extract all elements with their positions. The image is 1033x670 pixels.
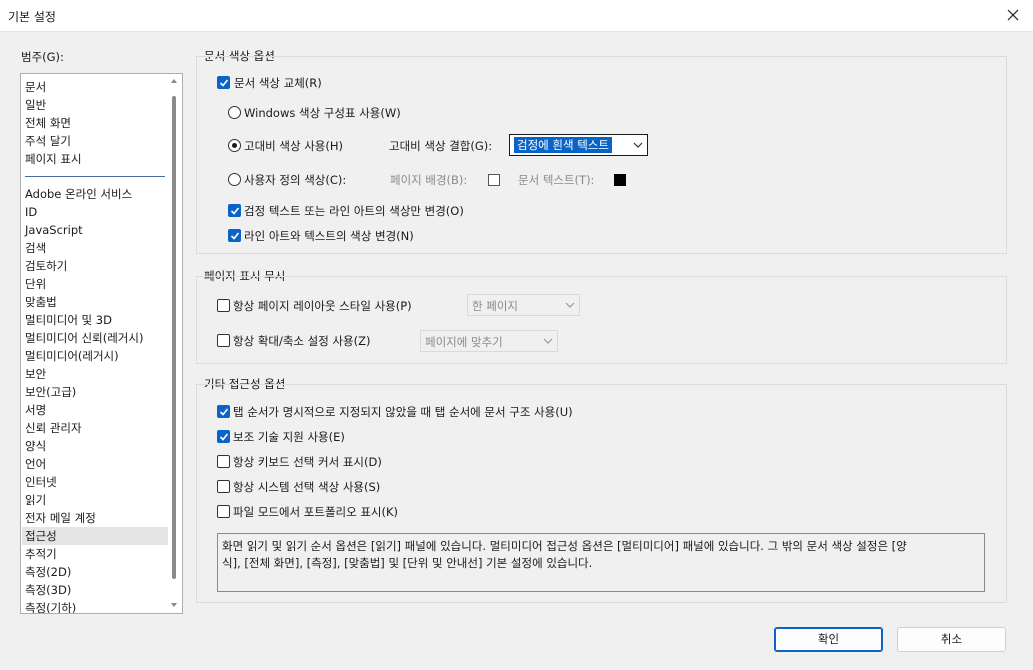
check-icon: [219, 79, 229, 87]
page-display-group: [196, 276, 1007, 364]
black-only-checkbox[interactable]: [228, 204, 241, 217]
zoom-combo-value: 페이지에 맞추기: [425, 335, 503, 349]
page-bg-swatch[interactable]: [488, 174, 500, 186]
category-item[interactable]: 단위: [25, 275, 46, 293]
black-only-label: 검정 텍스트 또는 라인 아트의 색상만 변경(O): [244, 204, 464, 218]
other-option-checkbox[interactable]: [217, 480, 230, 493]
title-bar: 기본 설정: [0, 0, 1033, 32]
category-item[interactable]: 검토하기: [25, 257, 67, 275]
layout-combo[interactable]: 한 페이지: [467, 294, 580, 316]
category-item[interactable]: ID: [25, 203, 37, 221]
category-item[interactable]: 측정(3D): [25, 581, 71, 599]
other-option-label: 항상 시스템 선택 색상 사용(S): [233, 480, 381, 494]
description-line-1: 화면 읽기 및 읽기 순서 옵션은 [읽기] 패널에 있습니다. 멀티미디어 접…: [222, 539, 907, 553]
windows-scheme-label: Windows 색상 구성표 사용(W): [244, 106, 401, 120]
check-icon: [230, 232, 240, 240]
category-item[interactable]: 일반: [25, 96, 46, 114]
line-art-label: 라인 아트와 텍스트의 색상 변경(N): [244, 229, 414, 243]
check-icon: [219, 408, 229, 416]
category-item[interactable]: 멀티미디어 및 3D: [25, 311, 112, 329]
layout-label: 항상 페이지 레이아웃 스타일 사용(P): [233, 299, 412, 313]
other-option-label: 탭 순서가 명시적으로 지정되지 않았을 때 탭 순서에 문서 구조 사용(U): [233, 405, 573, 419]
category-item[interactable]: 언어: [25, 455, 46, 473]
page-bg-label: 페이지 배경(B):: [390, 173, 468, 187]
replace-doc-colors-label: 문서 색상 교체(R): [234, 76, 322, 90]
description-box: 화면 읽기 및 읽기 순서 옵션은 [읽기] 패널에 있습니다. 멀티미디어 접…: [217, 533, 985, 592]
other-option-checkbox[interactable]: [217, 430, 230, 443]
layout-combo-value: 한 페이지: [472, 299, 518, 313]
other-option-checkbox[interactable]: [217, 505, 230, 518]
category-item[interactable]: 추적기: [25, 545, 57, 563]
zoom-label: 항상 확대/축소 설정 사용(Z): [233, 334, 371, 348]
category-item[interactable]: 서명: [25, 401, 46, 419]
chevron-down-icon: [565, 302, 575, 308]
category-item[interactable]: 보안: [25, 365, 46, 383]
other-option-label: 파일 모드에서 포트폴리오 표시(K): [233, 505, 399, 519]
category-item[interactable]: 측정(기하): [25, 599, 76, 613]
categories-scrollbar[interactable]: [169, 74, 181, 613]
categories-label: 범주(G):: [21, 50, 64, 64]
doc-text-swatch[interactable]: [614, 174, 626, 186]
description-line-2: 식], [전체 화면], [측정], [맞춤법] 및 [단위 및 안내선] 기본…: [222, 556, 593, 570]
other-option-checkbox[interactable]: [217, 455, 230, 468]
layout-checkbox[interactable]: [217, 299, 230, 312]
category-item[interactable]: 보안(고급): [25, 383, 76, 401]
categories-separator: [25, 176, 165, 177]
high-contrast-label: 고대비 색상 사용(H): [244, 139, 343, 153]
category-item[interactable]: 멀티미디어(레거시): [25, 347, 119, 365]
other-option-label: 보조 기술 지원 사용(E): [233, 430, 345, 444]
category-item[interactable]: 페이지 표시: [25, 150, 82, 168]
category-item[interactable]: 전자 메일 계정: [25, 509, 96, 527]
doc-text-label: 문서 텍스트(T):: [518, 173, 595, 187]
category-item[interactable]: 멀티미디어 신뢰(레거시): [25, 329, 143, 347]
category-item[interactable]: 주석 달기: [25, 132, 71, 150]
category-item[interactable]: 양식: [25, 437, 46, 455]
category-item[interactable]: 전체 화면: [25, 114, 71, 132]
close-icon: [1007, 9, 1019, 21]
zoom-combo[interactable]: 페이지에 맞추기: [420, 330, 558, 352]
high-contrast-combo[interactable]: 검정에 흰색 텍스트: [509, 134, 648, 156]
category-item[interactable]: Adobe 온라인 서비스: [25, 185, 132, 203]
custom-color-radio[interactable]: [228, 173, 241, 186]
high-contrast-radio[interactable]: [228, 139, 241, 152]
scroll-down-icon[interactable]: [170, 601, 178, 609]
category-item[interactable]: JavaScript: [25, 221, 83, 239]
windows-scheme-radio[interactable]: [228, 106, 241, 119]
chevron-down-icon: [543, 338, 553, 344]
scroll-up-icon[interactable]: [170, 77, 178, 85]
category-item[interactable]: 검색: [25, 239, 46, 257]
category-item[interactable]: 접근성: [22, 527, 168, 545]
custom-color-label: 사용자 정의 색상(C):: [244, 173, 347, 187]
category-item[interactable]: 인터넷: [25, 473, 57, 491]
category-item[interactable]: 신뢰 관리자: [25, 419, 82, 437]
check-icon: [230, 207, 240, 215]
category-item[interactable]: 읽기: [25, 491, 46, 509]
categories-list[interactable]: 문서 일반 전체 화면 주석 달기 페이지 표시 Adobe 온라인 서비스 ID Java…: [20, 73, 183, 614]
high-contrast-combo-value: 검정에 흰색 텍스트: [514, 137, 612, 153]
replace-doc-colors-checkbox[interactable]: [217, 76, 230, 89]
ok-button[interactable]: 확인: [774, 627, 883, 652]
window-title: 기본 설정: [8, 10, 56, 24]
other-option-label: 항상 키보드 선택 커서 표시(D): [233, 455, 382, 469]
category-item[interactable]: 측정(2D): [25, 563, 71, 581]
zoom-checkbox[interactable]: [217, 334, 230, 347]
high-contrast-combo-label: 고대비 색상 결합(G):: [389, 139, 493, 153]
line-art-checkbox[interactable]: [228, 229, 241, 242]
cancel-button[interactable]: 취소: [897, 627, 1006, 652]
chevron-down-icon: [633, 142, 643, 148]
category-item[interactable]: 문서: [25, 78, 46, 96]
other-option-checkbox[interactable]: [217, 405, 230, 418]
scrollbar-thumb[interactable]: [172, 96, 176, 579]
category-item[interactable]: 맞춤법: [25, 293, 57, 311]
check-icon: [219, 433, 229, 441]
close-button[interactable]: [993, 0, 1033, 31]
